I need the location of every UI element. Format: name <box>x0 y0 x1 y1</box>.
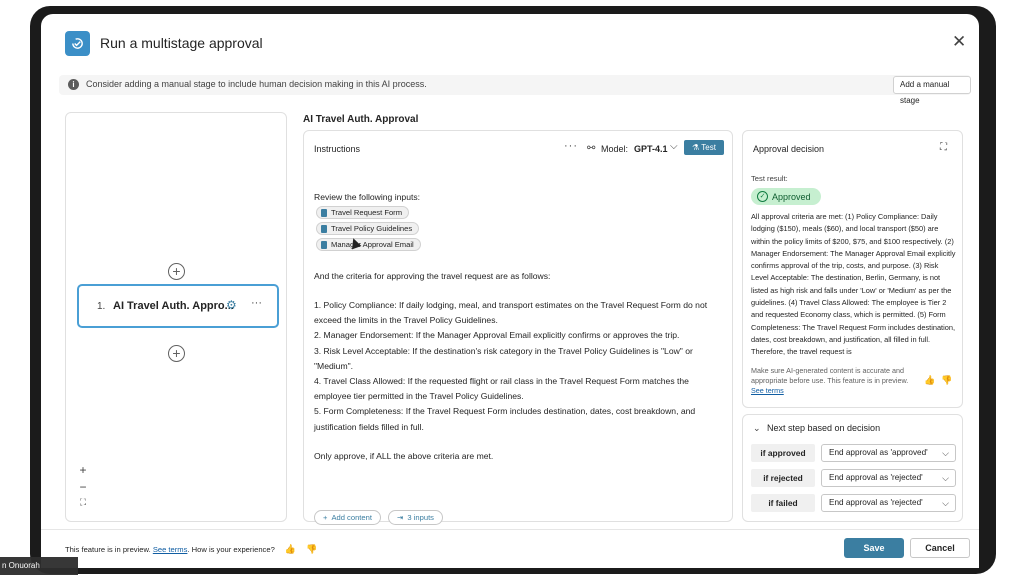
ai-stage-icon: ⚙ <box>226 298 237 312</box>
check-icon: ✓ <box>757 191 768 202</box>
zoom-controls: + − ⛶ <box>72 463 94 517</box>
approval-decision-panel: Approval decision ⛶ Test result: ✓ Approv… <box>742 130 963 408</box>
flask-icon: ⚗ <box>692 143 702 152</box>
chevron-down-icon: ⌵ <box>942 473 949 483</box>
add-stage-below-icon[interactable]: + <box>168 345 185 362</box>
instructions-panel: Instructions ··· ⚯ Model: GPT-4.1 ⌵ ⚗ Te… <box>303 130 733 525</box>
action-select-value: End approval as 'rejected' <box>829 498 923 507</box>
next-step-title: Next step based on decision <box>767 423 881 433</box>
criteria-item: 5. Form Completeness: If the Travel Requ… <box>314 406 696 432</box>
stage-more-icon[interactable]: ··· <box>251 297 262 309</box>
test-result-label: Test result: <box>751 174 788 183</box>
thumbs-up-icon[interactable]: 👍 <box>924 375 935 386</box>
stage-card-1[interactable]: 1. AI Travel Auth. Appro... ⚙ ··· <box>77 284 279 328</box>
document-icon <box>321 240 327 249</box>
video-call-name-tag: n Onuorah <box>0 557 78 575</box>
criteria-item: 1. Policy Compliance: If daily lodging, … <box>314 300 708 326</box>
info-icon: i <box>68 79 79 90</box>
footer-thumbs-down-icon[interactable]: 👎 <box>306 544 317 554</box>
ai-disclaimer-text: Make sure AI-generated content is accura… <box>751 366 909 385</box>
test-button[interactable]: ⚗ Test <box>684 140 724 155</box>
condition-label: if failed <box>751 494 815 512</box>
close-icon[interactable]: ✕ <box>952 32 966 52</box>
criteria-intro: And the criteria for approving the trave… <box>314 271 551 281</box>
save-button[interactable]: Save <box>844 538 904 558</box>
approval-title: Approval decision <box>753 144 825 154</box>
condition-label: if approved <box>751 444 815 462</box>
footer-thumbs-up-icon[interactable]: 👍 <box>285 544 296 554</box>
approval-explanation: All approval criteria are met: (1) Polic… <box>751 212 956 357</box>
see-terms-link[interactable]: See terms <box>751 386 784 395</box>
more-options-icon[interactable]: ··· <box>564 140 578 152</box>
criteria-item: 3. Risk Level Acceptable: If the destina… <box>314 345 693 371</box>
stage-number: 1. <box>97 301 106 312</box>
collapse-chevron-icon[interactable]: ⌄ <box>753 423 761 434</box>
expand-icon[interactable]: ⛶ <box>940 142 947 153</box>
status-badge: ✓ Approved <box>751 188 821 205</box>
action-select[interactable]: End approval as 'rejected' ⌵ <box>821 469 956 487</box>
input-chip[interactable]: Travel Request Form <box>316 206 410 219</box>
cancel-button[interactable]: Cancel <box>910 538 970 558</box>
next-step-panel: ⌄ Next step based on decision if approve… <box>742 414 963 522</box>
action-select-value: End approval as 'rejected' <box>829 473 923 482</box>
footer-feedback: This feature is in preview. See terms. H… <box>65 544 317 555</box>
inputs-button[interactable]: ⇥ 3 inputs <box>388 510 443 525</box>
thumbs-down-icon[interactable]: 👎 <box>941 375 952 386</box>
input-chip[interactable]: Travel Policy Guidelines <box>316 222 420 235</box>
add-content-label: Add content <box>331 513 372 522</box>
model-label: Model: <box>601 144 629 154</box>
criteria-item: 2. Manager Endorsement: If the Manager A… <box>314 330 680 341</box>
add-content-button[interactable]: + Add content <box>314 510 381 525</box>
document-icon <box>321 208 327 217</box>
action-select[interactable]: End approval as 'approved' ⌵ <box>821 444 956 462</box>
action-select[interactable]: End approval as 'rejected' ⌵ <box>821 494 956 512</box>
footer-experience-text: . How is your experience? <box>187 545 275 554</box>
info-banner: i Consider adding a manual stage to incl… <box>59 75 971 105</box>
footer-divider <box>41 529 979 530</box>
plus-icon: + <box>323 513 328 522</box>
chevron-down-icon: ⌵ <box>942 498 949 508</box>
instructions-header: Instructions <box>314 144 361 154</box>
footer-preview-text: This feature is in preview. <box>65 545 151 554</box>
dialog-title: Run a multistage approval <box>100 35 263 51</box>
instructions-intro: Review the following inputs: <box>314 192 421 202</box>
add-stage-above-icon[interactable]: + <box>168 263 185 280</box>
zoom-in-icon[interactable]: + <box>72 463 94 480</box>
input-chip-label: Travel Request Form <box>331 208 403 217</box>
ai-disclaimer: Make sure AI-generated content is accura… <box>751 366 916 396</box>
action-select-value: End approval as 'approved' <box>829 448 928 457</box>
add-manual-stage-button[interactable]: Add a manual stage <box>893 76 971 105</box>
chevron-down-icon: ⌵ <box>942 448 949 458</box>
document-icon <box>321 224 327 233</box>
footer-see-terms-link[interactable]: See terms <box>153 545 188 554</box>
input-chip[interactable]: Manager Approval Email <box>316 238 421 251</box>
stage-label: AI Travel Auth. Appro... <box>113 300 234 312</box>
input-arrow-icon: ⇥ <box>397 513 404 522</box>
condition-label: if rejected <box>751 469 815 487</box>
fit-view-icon[interactable]: ⛶ <box>72 497 94 514</box>
input-chip-label: Travel Policy Guidelines <box>331 224 413 233</box>
input-chip-label: Manager Approval Email <box>331 240 414 249</box>
stages-canvas: + 1. AI Travel Auth. Appro... ⚙ ··· + + … <box>65 112 287 522</box>
chevron-down-icon[interactable]: ⌵ <box>670 141 678 152</box>
status-badge-label: Approved <box>772 191 811 202</box>
inputs-count-label: 3 inputs <box>407 513 434 522</box>
test-button-label: Test <box>701 143 716 152</box>
stage-section-title: AI Travel Auth. Approval <box>303 114 419 125</box>
model-select[interactable]: GPT-4.1 <box>634 144 668 154</box>
dialog: Run a multistage approval ✕ i Consider a… <box>41 14 979 568</box>
banner-text: Consider adding a manual stage to includ… <box>86 79 427 89</box>
approval-app-icon <box>65 31 90 56</box>
criteria-item: 4. Travel Class Allowed: If the requeste… <box>314 376 689 402</box>
model-icon: ⚯ <box>587 143 596 154</box>
instructions-closing: Only approve, if ALL the above criteria … <box>314 451 494 461</box>
criteria-list: 1. Policy Compliance: If daily lodging, … <box>314 298 719 435</box>
zoom-out-icon[interactable]: − <box>72 480 94 497</box>
